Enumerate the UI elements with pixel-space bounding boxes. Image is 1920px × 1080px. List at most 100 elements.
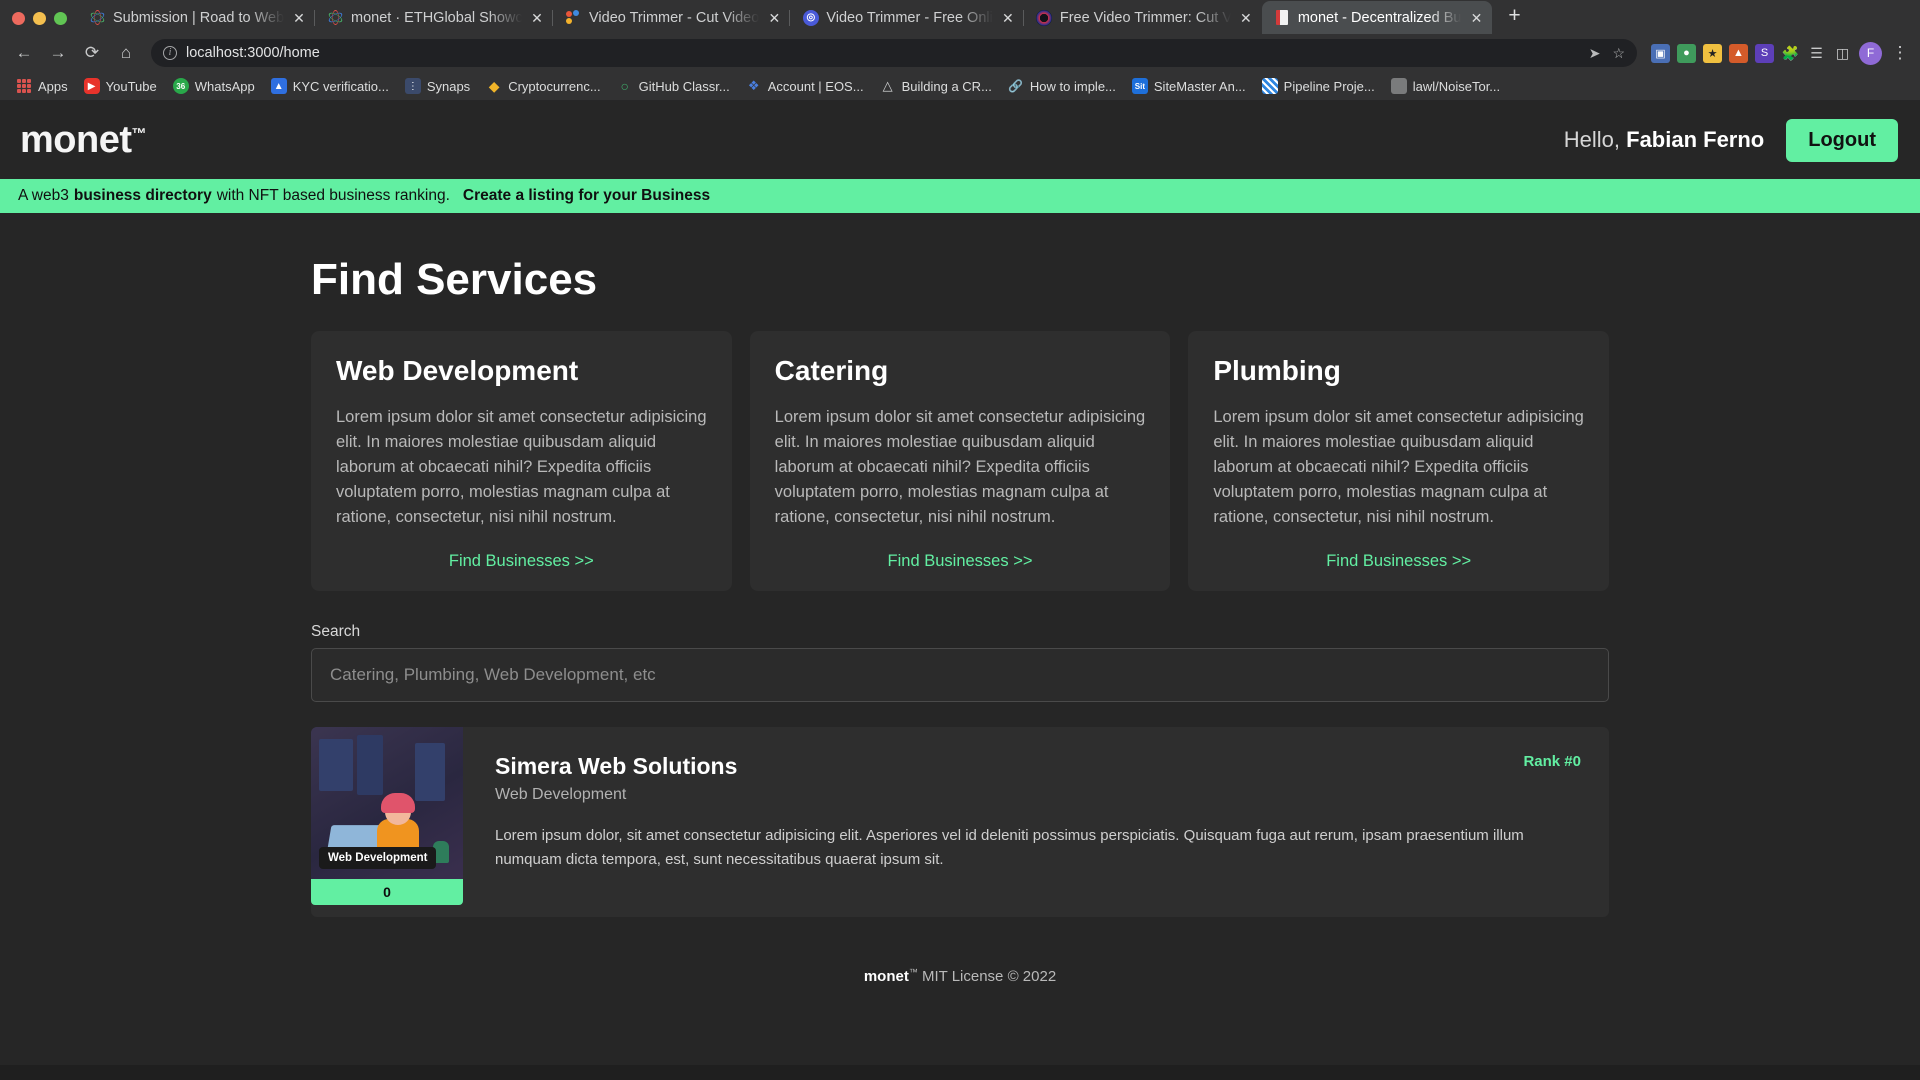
find-businesses-link[interactable]: Find Businesses >> <box>1213 552 1584 571</box>
reading-list-icon[interactable]: ☰ <box>1807 44 1826 63</box>
browser-menu-icon[interactable]: ⋮ <box>1889 43 1911 63</box>
banner-text-before: A web3 <box>18 187 69 204</box>
logout-button[interactable]: Logout <box>1786 118 1898 162</box>
reload-icon[interactable]: ⟳ <box>77 38 107 68</box>
bookmark-apps[interactable]: Apps <box>8 75 76 97</box>
service-card-plumbing[interactable]: Plumbing Lorem ipsum dolor sit amet cons… <box>1188 331 1610 592</box>
extensions-tray: ▣ ● ★ ▲ S 🧩 ☰ ◫ F ⋮ <box>1647 41 1911 65</box>
service-card-catering[interactable]: Catering Lorem ipsum dolor sit amet cons… <box>749 331 1171 592</box>
user-name: Fabian Ferno <box>1626 127 1765 152</box>
service-card-web-development[interactable]: Web Development Lorem ipsum dolor sit am… <box>311 331 732 592</box>
extension-icon-1[interactable]: ▣ <box>1651 43 1670 63</box>
browser-tab-2[interactable]: monet · ETHGlobal Showc ✕ <box>314 1 553 34</box>
browser-chrome: Submission | Road to Web ✕ monet · ETHGl… <box>0 0 1920 101</box>
browser-tab-3[interactable]: Video Trimmer - Cut Video ✕ <box>551 1 790 34</box>
navigation-toolbar: ← → ⟳ ⌂ i localhost:3000/home ➤ ☆ ▣ ● ★ … <box>0 34 1920 72</box>
close-icon[interactable]: ✕ <box>529 10 545 26</box>
side-panel-icon[interactable]: ◫ <box>1833 44 1852 63</box>
extension-icon-2[interactable]: ● <box>1677 43 1696 63</box>
profile-avatar[interactable]: F <box>1859 41 1882 65</box>
bookmark-label: Building a CR... <box>901 78 992 94</box>
service-cards: Web Development Lorem ipsum dolor sit am… <box>311 331 1610 592</box>
bookmark-lawl-noisetor[interactable]: lawl/NoiseTor... <box>1383 75 1508 97</box>
bookmark-kyc[interactable]: ▲ KYC verificatio... <box>263 75 397 97</box>
kyc-icon: ▲ <box>270 78 287 94</box>
extension-puzzle-icon[interactable]: 🧩 <box>1781 44 1800 63</box>
window-controls[interactable] <box>6 12 77 34</box>
generic-icon <box>1390 78 1407 94</box>
listing-rank-badge: Rank #0 <box>1523 753 1581 771</box>
bookmark-label: GitHub Classr... <box>638 78 730 94</box>
business-listing-row[interactable]: Web Development 0 Simera Web Solutions R… <box>311 727 1609 918</box>
close-icon[interactable]: ✕ <box>291 10 307 26</box>
search-input[interactable] <box>311 648 1609 703</box>
atom-icon <box>327 9 344 26</box>
bookmark-building-crm[interactable]: △ Building a CR... <box>872 75 1000 97</box>
page-title: Find Services <box>311 255 598 304</box>
share-icon[interactable]: ➤ <box>1589 45 1601 62</box>
maximize-window-button[interactable] <box>54 12 67 25</box>
bookmark-label: WhatsApp <box>194 78 255 94</box>
bookmark-eos-account[interactable]: ❖ Account | EOS... <box>738 75 872 97</box>
find-businesses-link[interactable]: Find Businesses >> <box>775 552 1146 571</box>
minimize-window-button[interactable] <box>33 12 46 25</box>
extension-icon-5[interactable]: S <box>1755 43 1774 63</box>
main-content: Find Services Web Development Lorem ipsu… <box>0 213 1920 985</box>
find-businesses-link[interactable]: Find Businesses >> <box>336 552 707 571</box>
circle-icon: ◎ <box>802 9 819 26</box>
extension-icon-3[interactable]: ★ <box>1703 43 1722 63</box>
banner-bold-text: business directory <box>73 187 212 204</box>
listing-vote-count[interactable]: 0 <box>311 879 463 906</box>
bookmark-cryptocurrency[interactable]: ◆ Cryptocurrenc... <box>478 75 608 97</box>
bookmark-label: How to imple... <box>1029 78 1116 94</box>
bookmark-youtube[interactable]: ▶ YouTube <box>76 75 165 97</box>
page-viewport: monet™ Hello, Fabian Ferno Logout A web3… <box>0 101 1920 1065</box>
bookmark-label: lawl/NoiseTor... <box>1412 78 1501 94</box>
bookmark-star-icon[interactable]: ☆ <box>1612 45 1625 62</box>
close-window-button[interactable] <box>12 12 25 25</box>
browser-tab-1[interactable]: Submission | Road to Web ✕ <box>77 1 315 34</box>
bookmark-label: Synaps <box>426 78 471 94</box>
bookmark-how-to-implement[interactable]: 🔗 How to imple... <box>1000 75 1124 97</box>
eos-icon: ❖ <box>747 78 760 93</box>
card-description: Lorem ipsum dolor sit amet consectetur a… <box>774 408 1146 527</box>
extension-icon-4[interactable]: ▲ <box>1729 43 1748 63</box>
bookmark-github-classroom[interactable]: ○ GitHub Classr... <box>609 75 738 97</box>
bookmark-pipeline-project[interactable]: Pipeline Proje... <box>1254 75 1383 97</box>
close-icon[interactable]: ✕ <box>1238 10 1254 26</box>
listing-business-name[interactable]: Simera Web Solutions <box>495 753 737 780</box>
pipeline-icon <box>1261 78 1278 94</box>
bookmark-synaps[interactable]: ⋮ Synaps <box>397 75 478 97</box>
listing-category-tag: Web Development <box>319 847 437 870</box>
listing-description: Lorem ipsum dolor, sit amet consectetur … <box>495 827 1524 868</box>
tab-title: monet · ETHGlobal Showc <box>351 9 522 26</box>
browser-tab-5[interactable]: Free Video Trimmer: Cut V ✕ <box>1022 1 1262 34</box>
card-title: Catering <box>774 355 889 386</box>
close-icon[interactable]: ✕ <box>1468 10 1484 26</box>
close-icon[interactable]: ✕ <box>1000 10 1016 26</box>
tab-title: Submission | Road to Web <box>113 9 284 26</box>
bookmark-sitemaster[interactable]: Sit SiteMaster An... <box>1124 75 1254 97</box>
home-icon[interactable]: ⌂ <box>111 38 141 68</box>
browser-tab-4[interactable]: ◎ Video Trimmer - Free Onli ✕ <box>789 1 1024 34</box>
address-bar[interactable]: i localhost:3000/home ➤ ☆ <box>151 39 1637 67</box>
tab-title: Free Video Trimmer: Cut V <box>1059 9 1231 26</box>
search-section: Search <box>311 623 1609 703</box>
footer-brand: monet <box>863 968 909 986</box>
create-listing-link[interactable]: Create a listing for your Business <box>463 187 710 205</box>
new-tab-button[interactable]: + <box>1500 3 1528 31</box>
book-icon <box>1274 9 1291 26</box>
url-text: localhost:3000/home <box>186 45 320 61</box>
close-icon[interactable]: ✕ <box>766 10 782 26</box>
apps-grid-icon <box>16 78 32 94</box>
back-icon[interactable]: ← <box>9 38 39 68</box>
bookmark-whatsapp[interactable]: 36 WhatsApp <box>165 75 263 97</box>
sitemaster-icon: Sit <box>1131 78 1148 94</box>
listing-category: Web Development <box>495 786 627 804</box>
forward-icon[interactable]: → <box>43 38 73 68</box>
bookmark-label: Account | EOS... <box>767 78 864 94</box>
bookmark-label: KYC verificatio... <box>292 78 389 94</box>
site-logo[interactable]: monet™ <box>20 119 146 162</box>
browser-tab-6-active[interactable]: monet - Decentralized Bu ✕ <box>1261 1 1493 34</box>
site-info-icon[interactable]: i <box>163 46 177 60</box>
